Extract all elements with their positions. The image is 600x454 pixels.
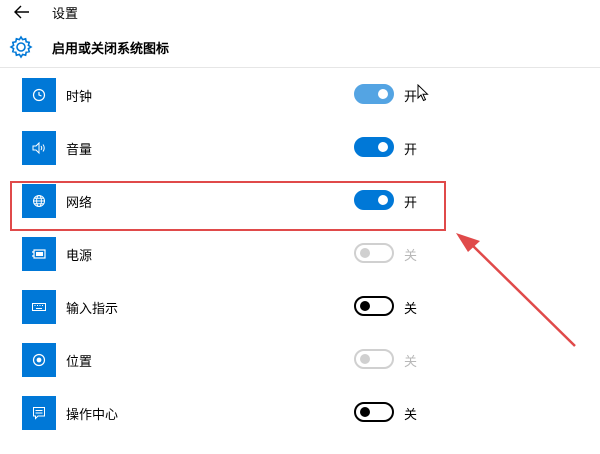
toggle-switch xyxy=(354,349,394,369)
back-button[interactable] xyxy=(8,0,36,24)
toggle-state-text: 关 xyxy=(404,408,418,423)
arrow-left-icon xyxy=(14,5,29,19)
mouse-cursor-icon xyxy=(417,84,429,102)
toggle-knob xyxy=(360,248,370,258)
setting-label: 电源 xyxy=(66,249,93,264)
setting-row-volume: 音量 开 xyxy=(0,131,600,183)
toggle-knob xyxy=(360,354,370,364)
setting-label: 时钟 xyxy=(66,90,93,105)
clock-icon xyxy=(22,78,56,112)
toggle-knob xyxy=(360,301,370,311)
setting-label: 操作中心 xyxy=(66,408,119,423)
toggle-state-text: 关 xyxy=(404,249,418,264)
toggle-switch[interactable] xyxy=(354,296,394,316)
setting-row-action-center: 操作中心 关 xyxy=(0,396,600,448)
toggle-state-text: 关 xyxy=(404,302,418,317)
volume-icon xyxy=(22,131,56,165)
setting-label: 输入指示 xyxy=(66,302,119,317)
toggle-knob xyxy=(360,407,370,417)
toggle-switch xyxy=(354,243,394,263)
header-divider xyxy=(0,67,600,68)
app-title: 设置 xyxy=(52,7,79,22)
setting-label: 位置 xyxy=(66,355,93,370)
toggle-switch[interactable] xyxy=(354,84,394,104)
location-icon xyxy=(22,343,56,377)
setting-row-clock: 时钟 开 xyxy=(0,78,600,130)
battery-icon xyxy=(22,237,56,271)
page-title: 启用或关闭系统图标 xyxy=(52,42,170,57)
toggle-knob xyxy=(378,89,388,99)
toggle-state-text: 开 xyxy=(404,90,418,105)
toggle-knob xyxy=(378,142,388,152)
setting-row-power: 电源 关 xyxy=(0,237,600,289)
toggle-state-text: 开 xyxy=(404,143,418,158)
page-header: 启用或关闭系统图标 xyxy=(0,28,600,64)
toggle-switch[interactable] xyxy=(354,402,394,422)
setting-row-location: 位置 关 xyxy=(0,343,600,395)
keyboard-icon xyxy=(22,290,56,324)
toggle-state-text: 关 xyxy=(404,355,418,370)
highlight-box xyxy=(10,181,446,231)
title-bar: 设置 xyxy=(0,0,600,24)
setting-label: 音量 xyxy=(66,143,93,158)
gear-icon xyxy=(9,35,33,59)
setting-row-input-indicator: 输入指示 关 xyxy=(0,290,600,342)
action-center-icon xyxy=(22,396,56,430)
toggle-switch[interactable] xyxy=(354,137,394,157)
